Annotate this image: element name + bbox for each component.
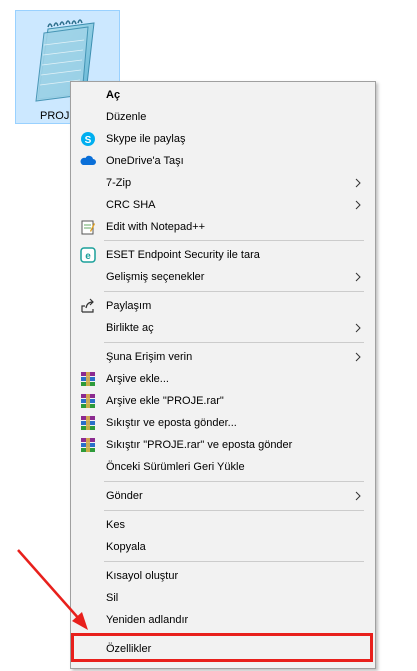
menu-item-delete[interactable]: Sil [71, 587, 375, 609]
menu-separator [104, 510, 364, 511]
winrar-icon [81, 394, 95, 408]
chevron-right-icon [355, 323, 361, 333]
context-menu: Aç Düzenle S Skype ile paylaş OneDrive'a… [70, 81, 376, 669]
notepadpp-icon [81, 220, 95, 235]
menu-item-compress-email[interactable]: Sıkıştır ve eposta gönder... [71, 412, 375, 434]
menu-item-label: Gönder [106, 490, 143, 502]
menu-item-give-access[interactable]: Şuna Erişim verin [71, 346, 375, 368]
menu-item-compress-proje-email[interactable]: Sıkıştır "PROJE.rar" ve eposta gönder [71, 434, 375, 456]
menu-item-notepadpp[interactable]: Edit with Notepad++ [71, 216, 375, 238]
menu-separator [104, 240, 364, 241]
menu-item-label: Kopyala [106, 541, 146, 553]
menu-item-rename[interactable]: Yeniden adlandır [71, 609, 375, 631]
menu-item-add-to-proje-rar[interactable]: Arşive ekle "PROJE.rar" [71, 390, 375, 412]
eset-icon: e [80, 247, 96, 263]
menu-item-label: Aç [106, 89, 121, 101]
menu-item-restore-previous-versions[interactable]: Önceki Sürümleri Geri Yükle [71, 456, 375, 478]
menu-item-onedrive[interactable]: OneDrive'a Taşı [71, 150, 375, 172]
menu-separator [104, 561, 364, 562]
chevron-right-icon [355, 272, 361, 282]
menu-item-label: Düzenle [106, 111, 147, 123]
menu-item-cut[interactable]: Kes [71, 514, 375, 536]
menu-separator [104, 481, 364, 482]
menu-separator [104, 291, 364, 292]
menu-item-label: CRC SHA [106, 199, 156, 211]
menu-item-label: Yeniden adlandır [106, 614, 189, 626]
menu-item-7zip[interactable]: 7-Zip [71, 172, 375, 194]
menu-item-label: Birlikte aç [106, 322, 154, 334]
menu-item-label: Arşive ekle... [106, 373, 169, 385]
winrar-icon [81, 372, 95, 386]
menu-item-label: ESET Endpoint Security ile tara [106, 249, 260, 261]
menu-item-label: Gelişmiş seçenekler [106, 271, 205, 283]
highlight-box [71, 633, 373, 662]
menu-item-label: Şuna Erişim verin [106, 351, 193, 363]
menu-item-add-to-archive[interactable]: Arşive ekle... [71, 368, 375, 390]
menu-item-send-to[interactable]: Gönder [71, 485, 375, 507]
menu-item-open[interactable]: Aç [71, 84, 375, 106]
menu-item-share[interactable]: Paylaşım [71, 295, 375, 317]
svg-text:e: e [85, 251, 91, 262]
menu-item-label: OneDrive'a Taşı [106, 155, 184, 167]
menu-item-crc-sha[interactable]: CRC SHA [71, 194, 375, 216]
winrar-icon [81, 416, 95, 430]
menu-item-eset-scan[interactable]: e ESET Endpoint Security ile tara [71, 244, 375, 266]
menu-item-label: Kes [106, 519, 125, 531]
svg-text:S: S [85, 135, 92, 146]
chevron-right-icon [355, 178, 361, 188]
menu-item-label: Sil [106, 592, 119, 604]
chevron-right-icon [355, 352, 361, 362]
menu-item-edit[interactable]: Düzenle [71, 106, 375, 128]
menu-item-create-shortcut[interactable]: Kısayol oluştur [71, 565, 375, 587]
skype-icon: S [81, 132, 95, 146]
menu-item-label: Arşive ekle "PROJE.rar" [106, 395, 224, 407]
menu-item-label: Edit with Notepad++ [106, 221, 206, 233]
menu-item-label: Kısayol oluştur [106, 570, 179, 582]
menu-item-label: Paylaşım [106, 300, 152, 312]
desktop: PROJE Aç Düzenle S Skype ile paylaş OneD… [0, 0, 417, 671]
menu-item-label: Önceki Sürümleri Geri Yükle [106, 461, 245, 473]
share-icon [81, 298, 94, 313]
menu-item-copy[interactable]: Kopyala [71, 536, 375, 558]
chevron-right-icon [355, 491, 361, 501]
menu-separator [104, 342, 364, 343]
menu-item-advanced-options[interactable]: Gelişmiş seçenekler [71, 266, 375, 288]
menu-item-open-with[interactable]: Birlikte aç [71, 317, 375, 339]
menu-item-label: Sıkıştır "PROJE.rar" ve eposta gönder [106, 439, 293, 451]
menu-item-label: Skype ile paylaş [106, 133, 186, 145]
menu-item-skype-share[interactable]: S Skype ile paylaş [71, 128, 375, 150]
menu-item-label: Sıkıştır ve eposta gönder... [106, 417, 237, 429]
menu-item-label: 7-Zip [106, 177, 132, 189]
onedrive-icon [80, 155, 96, 165]
winrar-icon [81, 438, 95, 452]
chevron-right-icon [355, 200, 361, 210]
